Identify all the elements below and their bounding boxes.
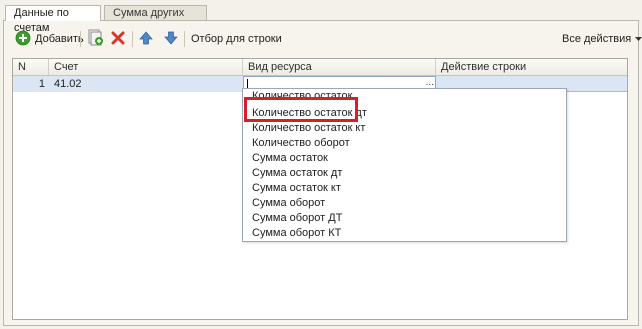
move-down-icon	[164, 31, 178, 48]
dropdown-item[interactable]: Сумма оборот КТ	[252, 226, 341, 241]
toolbar-separator	[80, 31, 81, 47]
dropdown-item[interactable]: Сумма оборот	[252, 196, 325, 211]
tab-accounts-data[interactable]: Данные по счетам	[5, 5, 101, 34]
dropdown-item[interactable]: Сумма остаток дт	[252, 166, 342, 181]
dropdown-item[interactable]: Сумма оборот ДТ	[252, 211, 342, 226]
delete-x-icon	[111, 31, 125, 48]
copy-icon	[87, 29, 104, 49]
column-header-resource-type[interactable]: Вид ресурса	[243, 59, 436, 75]
dropdown-item[interactable]: Количество оборот	[252, 136, 350, 151]
row-filter-button[interactable]: Отбор для строки	[191, 30, 282, 48]
copy-button[interactable]	[87, 29, 104, 49]
dropdown-item[interactable]: Сумма остаток кт	[252, 181, 341, 196]
move-down-button[interactable]	[164, 30, 178, 48]
highlight-box	[244, 97, 358, 122]
column-header-n[interactable]: N	[13, 59, 49, 75]
account-cell[interactable]: 41.02	[49, 76, 243, 92]
tab-other-rows-sum[interactable]: Сумма других строк	[104, 5, 207, 34]
delete-button[interactable]	[111, 30, 125, 48]
dropdown-item[interactable]: Количество остаток кт	[252, 121, 365, 136]
column-header-row-action[interactable]: Действие строки	[436, 59, 627, 75]
move-up-button[interactable]	[139, 30, 153, 48]
dropdown-item[interactable]: Сумма остаток	[252, 151, 328, 166]
all-actions-label: Все действия	[562, 33, 632, 45]
toolbar-separator	[132, 31, 133, 47]
row-filter-label: Отбор для строки	[191, 33, 282, 45]
all-actions-button[interactable]: Все действия	[562, 30, 642, 48]
column-header-account[interactable]: Счет	[49, 59, 243, 75]
move-up-icon	[139, 30, 153, 48]
dropdown-arrow-icon	[635, 33, 642, 45]
table-header: N Счет Вид ресурса Действие строки	[13, 59, 627, 76]
row-number: 1	[38, 78, 45, 90]
toolbar-separator	[184, 31, 185, 47]
